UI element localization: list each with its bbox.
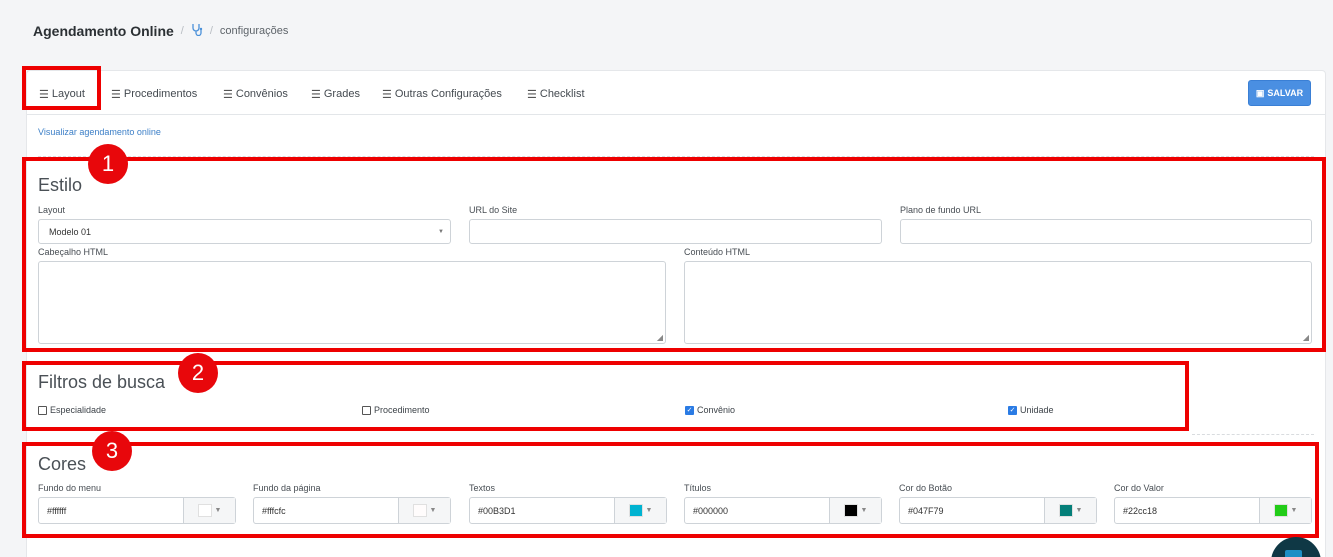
tab-convenios[interactable]: ☰ Convênios xyxy=(223,87,288,101)
breadcrumb-current: configurações xyxy=(219,25,289,37)
list-icon: ☰ xyxy=(311,88,321,101)
view-online-booking-link[interactable]: Visualizar agendamento online xyxy=(38,127,161,137)
page-title: Agendamento Online xyxy=(33,23,174,39)
breadcrumb-separator: / xyxy=(209,25,213,37)
annotation-badge-1: 1 xyxy=(88,144,128,184)
tab-bar: ☰ Layout ☰ Procedimentos ☰ Convênios ☰ Grade… xyxy=(27,71,1325,115)
list-icon: ☰ xyxy=(223,88,233,101)
annotation-badge-2: 2 xyxy=(178,353,218,393)
save-button[interactable]: ▣ SALVAR xyxy=(1248,80,1311,106)
tab-label: Checklist xyxy=(539,88,585,100)
tab-label: Procedimentos xyxy=(123,88,198,100)
tab-label: Convênios xyxy=(235,88,288,100)
list-icon: ☰ xyxy=(527,88,537,101)
list-icon: ☰ xyxy=(382,88,392,101)
highlight-estilo-section xyxy=(22,157,1326,352)
tab-label: Outras Configurações xyxy=(394,88,502,100)
save-button-label: SALVAR xyxy=(1267,88,1304,98)
tab-outras-configuracoes[interactable]: ☰ Outras Configurações xyxy=(382,87,502,101)
breadcrumb-separator: / xyxy=(180,25,184,37)
tab-label: Grades xyxy=(323,88,360,100)
chat-icon xyxy=(1285,550,1302,557)
tab-checklist[interactable]: ☰ Checklist xyxy=(527,87,585,101)
divider xyxy=(1192,434,1314,435)
floppy-icon: ▣ xyxy=(1255,87,1265,98)
annotation-badge-3: 3 xyxy=(92,431,132,471)
list-icon: ☰ xyxy=(111,88,121,101)
breadcrumb: Agendamento Online / / configurações xyxy=(33,22,288,40)
tab-procedimentos[interactable]: ☰ Procedimentos xyxy=(111,87,197,101)
highlight-tab-layout xyxy=(22,66,101,110)
highlight-cores-section xyxy=(22,442,1319,538)
stethoscope-icon[interactable] xyxy=(191,23,203,39)
tab-grades[interactable]: ☰ Grades xyxy=(311,87,360,101)
